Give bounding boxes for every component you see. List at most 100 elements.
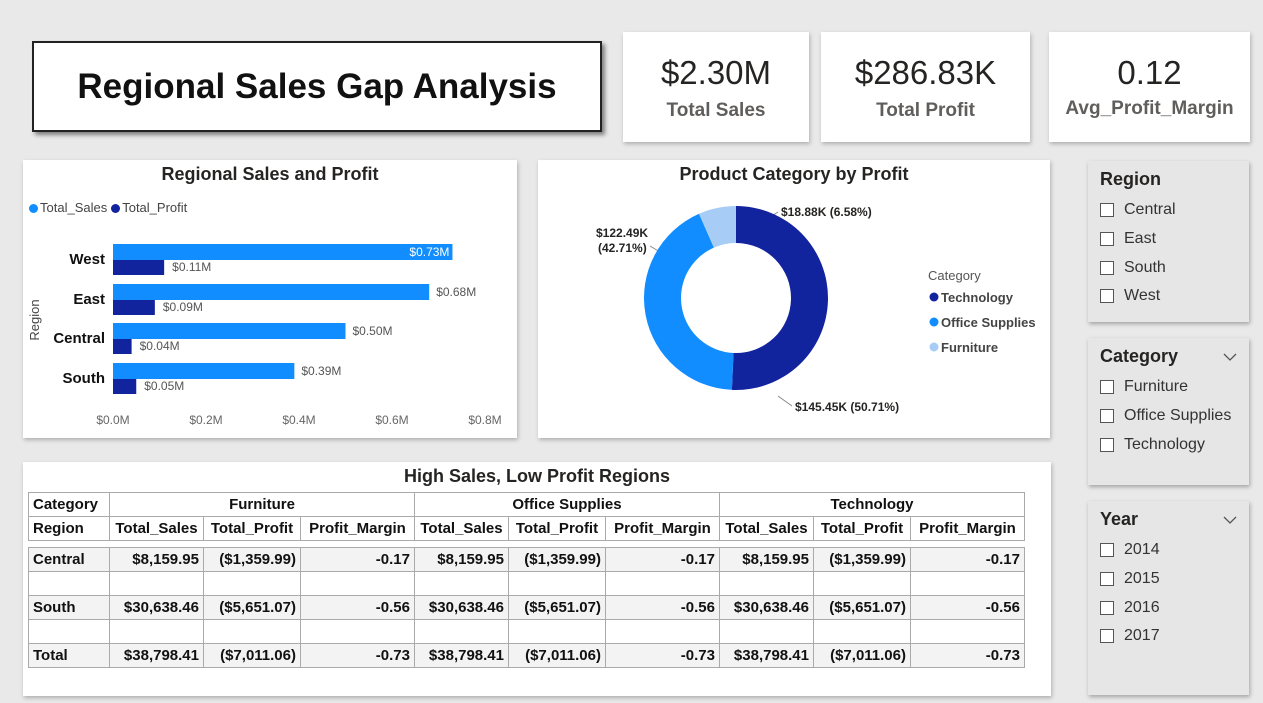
slicer-option[interactable]: East [1100, 225, 1237, 254]
column-header[interactable]: Total_Sales [719, 516, 814, 541]
column-header[interactable]: Total_Profit [508, 516, 606, 541]
cell: $8,159.95 [414, 547, 509, 572]
data-label-profit: $0.09M [163, 300, 203, 314]
checkbox[interactable] [1100, 203, 1114, 218]
slicer-option[interactable]: 2014 [1100, 536, 1237, 565]
kpi-total-profit[interactable]: $286.83K Total Profit [821, 32, 1030, 142]
column-header[interactable]: Profit_Margin [300, 516, 415, 541]
kpi-label: Total Profit [876, 100, 975, 121]
table-row[interactable]: South $30,638.46 ($5,651.07) -0.56 $30,6… [28, 595, 1025, 620]
column-header[interactable]: Total_Sales [109, 516, 204, 541]
slicer-category[interactable]: Category Furniture Office Supplies Techn… [1088, 338, 1249, 485]
cell: -0.56 [910, 595, 1025, 620]
cell: ($7,011.06) [813, 643, 911, 668]
corner-region: Region [28, 516, 110, 541]
slicer-option[interactable]: West [1100, 282, 1237, 311]
donut-legend-title: Category [928, 268, 981, 283]
bar-total-sales [113, 363, 295, 379]
label-furniture: $18.88K (6.58%) [781, 205, 872, 219]
slicer-option[interactable]: Central [1100, 196, 1237, 225]
slicer-option[interactable]: Office Supplies [1100, 402, 1237, 431]
cell: ($5,651.07) [813, 595, 911, 620]
checkbox[interactable] [1100, 629, 1114, 644]
data-label-profit: $0.04M [140, 339, 180, 353]
checkbox[interactable] [1100, 409, 1114, 424]
group-header[interactable]: Office Supplies [414, 492, 720, 517]
kpi-total-sales[interactable]: $2.30M Total Sales [623, 32, 809, 142]
cell: ($1,359.99) [813, 547, 911, 572]
slicer-option[interactable]: 2016 [1100, 593, 1237, 622]
cell: $38,798.41 [414, 643, 509, 668]
data-label-sales: $0.39M [301, 364, 341, 378]
x-tick-label: $0.4M [282, 413, 315, 427]
category-label: South [63, 370, 106, 387]
cell: $8,159.95 [109, 547, 204, 572]
bar-chart-visual[interactable]: Regional Sales and Profit Total_Sales To… [23, 160, 517, 438]
data-label-profit: $0.05M [144, 379, 184, 393]
slicer-region[interactable]: Region Central East South West [1088, 161, 1249, 322]
legend-dot-office-supplies [929, 317, 939, 327]
donut-chart-visual[interactable]: Product Category by Profit $18.88K (6.58… [538, 160, 1050, 438]
bar-total-profit [113, 260, 165, 275]
group-header[interactable]: Furniture [109, 492, 415, 517]
kpi-value: 0.12 [1117, 54, 1182, 91]
bar-total-sales [113, 244, 453, 260]
cell: ($5,651.07) [508, 595, 606, 620]
table-row[interactable]: Central $8,159.95 ($1,359.99) -0.17 $8,1… [28, 547, 1025, 572]
slicer-option[interactable]: South [1100, 253, 1237, 282]
slicer-title: Year [1100, 509, 1139, 529]
slicer-option[interactable]: Furniture [1100, 373, 1237, 402]
kpi-avg-profit-margin[interactable]: 0.12 Avg_Profit_Margin [1049, 32, 1250, 142]
cell: $38,798.41 [719, 643, 814, 668]
row-header: Total [28, 643, 110, 668]
cell: $30,638.46 [109, 595, 204, 620]
checkbox[interactable] [1100, 232, 1114, 247]
slicer-option[interactable]: 2017 [1100, 622, 1237, 651]
checkbox[interactable] [1100, 600, 1114, 615]
legend-item-office-supplies: Office Supplies [941, 315, 1036, 330]
y-axis-label: Region [27, 299, 42, 340]
cell: -0.73 [910, 643, 1025, 668]
column-header[interactable]: Total_Sales [414, 516, 509, 541]
column-header[interactable]: Total_Profit [203, 516, 301, 541]
column-header[interactable]: Profit_Margin [605, 516, 720, 541]
checkbox[interactable] [1100, 437, 1114, 452]
slicer-option[interactable]: 2015 [1100, 565, 1237, 594]
group-header[interactable]: Technology [719, 492, 1025, 517]
checkbox[interactable] [1100, 380, 1114, 395]
checkbox[interactable] [1100, 572, 1114, 587]
bar-total-profit [113, 300, 155, 315]
cell: ($5,651.07) [203, 595, 301, 620]
kpi-label: Total Sales [666, 100, 766, 121]
column-header[interactable]: Total_Profit [813, 516, 911, 541]
chevron-down-icon[interactable] [1223, 515, 1237, 525]
cell: -0.17 [910, 547, 1025, 572]
checkbox[interactable] [1100, 543, 1114, 558]
x-tick-label: $0.2M [189, 413, 222, 427]
table-total-row[interactable]: Total $38,798.41 ($7,011.06) -0.73 $38,7… [28, 643, 1025, 668]
legend-item-technology: Technology [941, 290, 1014, 305]
report-title: Regional Sales Gap Analysis [32, 41, 602, 132]
checkbox[interactable] [1100, 289, 1114, 304]
cell: $30,638.46 [414, 595, 509, 620]
x-tick-label: $0.6M [375, 413, 408, 427]
cell: ($7,011.06) [203, 643, 301, 668]
cell: -0.17 [605, 547, 720, 572]
cell: ($1,359.99) [508, 547, 606, 572]
chevron-down-icon[interactable] [1223, 352, 1237, 362]
slicer-year[interactable]: Year 2014 2015 2016 2017 [1088, 501, 1249, 695]
slicer-option[interactable]: Technology [1100, 430, 1237, 459]
bar-total-sales [113, 323, 346, 339]
column-header[interactable]: Profit_Margin [910, 516, 1025, 541]
legend-dot-furniture [929, 342, 939, 352]
label-office-supplies-value: $122.49K [596, 226, 648, 240]
label-technology: $145.45K (50.71%) [795, 400, 899, 414]
bar-chart-plot: Region West $0.73M $0.11M East $0.68M $0.09M C… [27, 244, 502, 427]
cell: $38,798.41 [109, 643, 204, 668]
slicer-title: Category [1100, 346, 1179, 366]
legend-item-furniture: Furniture [941, 340, 998, 355]
checkbox[interactable] [1100, 260, 1114, 275]
row-header: Central [28, 547, 110, 572]
cell: -0.73 [300, 643, 415, 668]
label-office-supplies-percent: (42.71%) [598, 241, 647, 255]
